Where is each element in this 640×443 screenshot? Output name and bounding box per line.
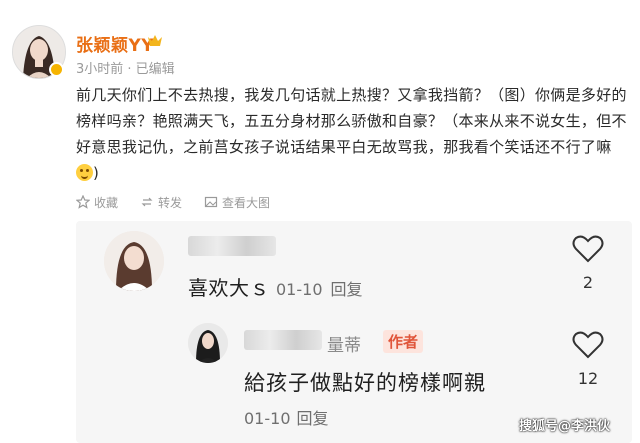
- star-icon: [76, 195, 90, 209]
- reply-name-blurred[interactable]: [244, 330, 322, 350]
- watermark: 搜狐号@李洪伙: [519, 419, 611, 434]
- reply-date: 01-10: [244, 409, 291, 428]
- verified-badge-icon: [49, 62, 64, 77]
- image-icon: [204, 196, 218, 208]
- post-body: 前几天你们上不去热搜，我发几句话就上热搜？又拿我挡箭？（图）你俩是多好的榜样吗亲…: [76, 82, 632, 186]
- post-header: 张颖颖YY 3小时前 · 已编辑: [0, 0, 640, 88]
- view-image-button[interactable]: 查看大图: [204, 194, 270, 211]
- author-name[interactable]: 张颖颖YY: [76, 31, 154, 56]
- comment-text: 喜欢大ｓ: [188, 276, 270, 300]
- repost-button[interactable]: 转发: [140, 194, 182, 211]
- post-body-end: ): [93, 164, 100, 182]
- comment-1-like[interactable]: 2: [572, 235, 604, 292]
- like-count: 12: [577, 369, 599, 388]
- post-action-bar: 收藏 转发 查看大图: [76, 193, 292, 211]
- comment-date: 01-10: [276, 280, 323, 299]
- commenter-name-blurred[interactable]: [188, 236, 276, 256]
- heart-icon: [572, 331, 604, 359]
- reply-meta: 01-10 回复: [244, 405, 329, 429]
- comment-2-like[interactable]: 12: [572, 331, 604, 388]
- like-count: 2: [582, 273, 594, 292]
- heart-icon: [572, 235, 604, 263]
- post-meta: 3小时前 · 已编辑: [76, 62, 175, 77]
- crown-icon: [148, 35, 162, 46]
- comment-1: 喜欢大ｓ 01-10 回复: [188, 272, 363, 301]
- reply-button[interactable]: 回复: [331, 280, 363, 299]
- reply-button[interactable]: 回复: [297, 409, 329, 428]
- reply-author-name[interactable]: 量蒂: [327, 331, 361, 356]
- author-reply-avatar-image: [188, 323, 228, 363]
- favorite-button[interactable]: 收藏: [76, 194, 118, 211]
- commenter-avatar-image: [104, 231, 164, 291]
- smile-emoji-icon: [76, 164, 93, 181]
- reply-text: 給孩子做點好的榜樣啊親: [244, 371, 486, 395]
- comment-avatar[interactable]: [104, 231, 164, 291]
- post-body-text: 前几天你们上不去热搜，我发几句话就上热搜？又拿我挡箭？（图）你俩是多好的榜样吗亲…: [76, 86, 627, 156]
- reply-avatar[interactable]: [188, 323, 228, 363]
- author-badge: 作者: [383, 330, 424, 353]
- repost-icon: [141, 197, 153, 207]
